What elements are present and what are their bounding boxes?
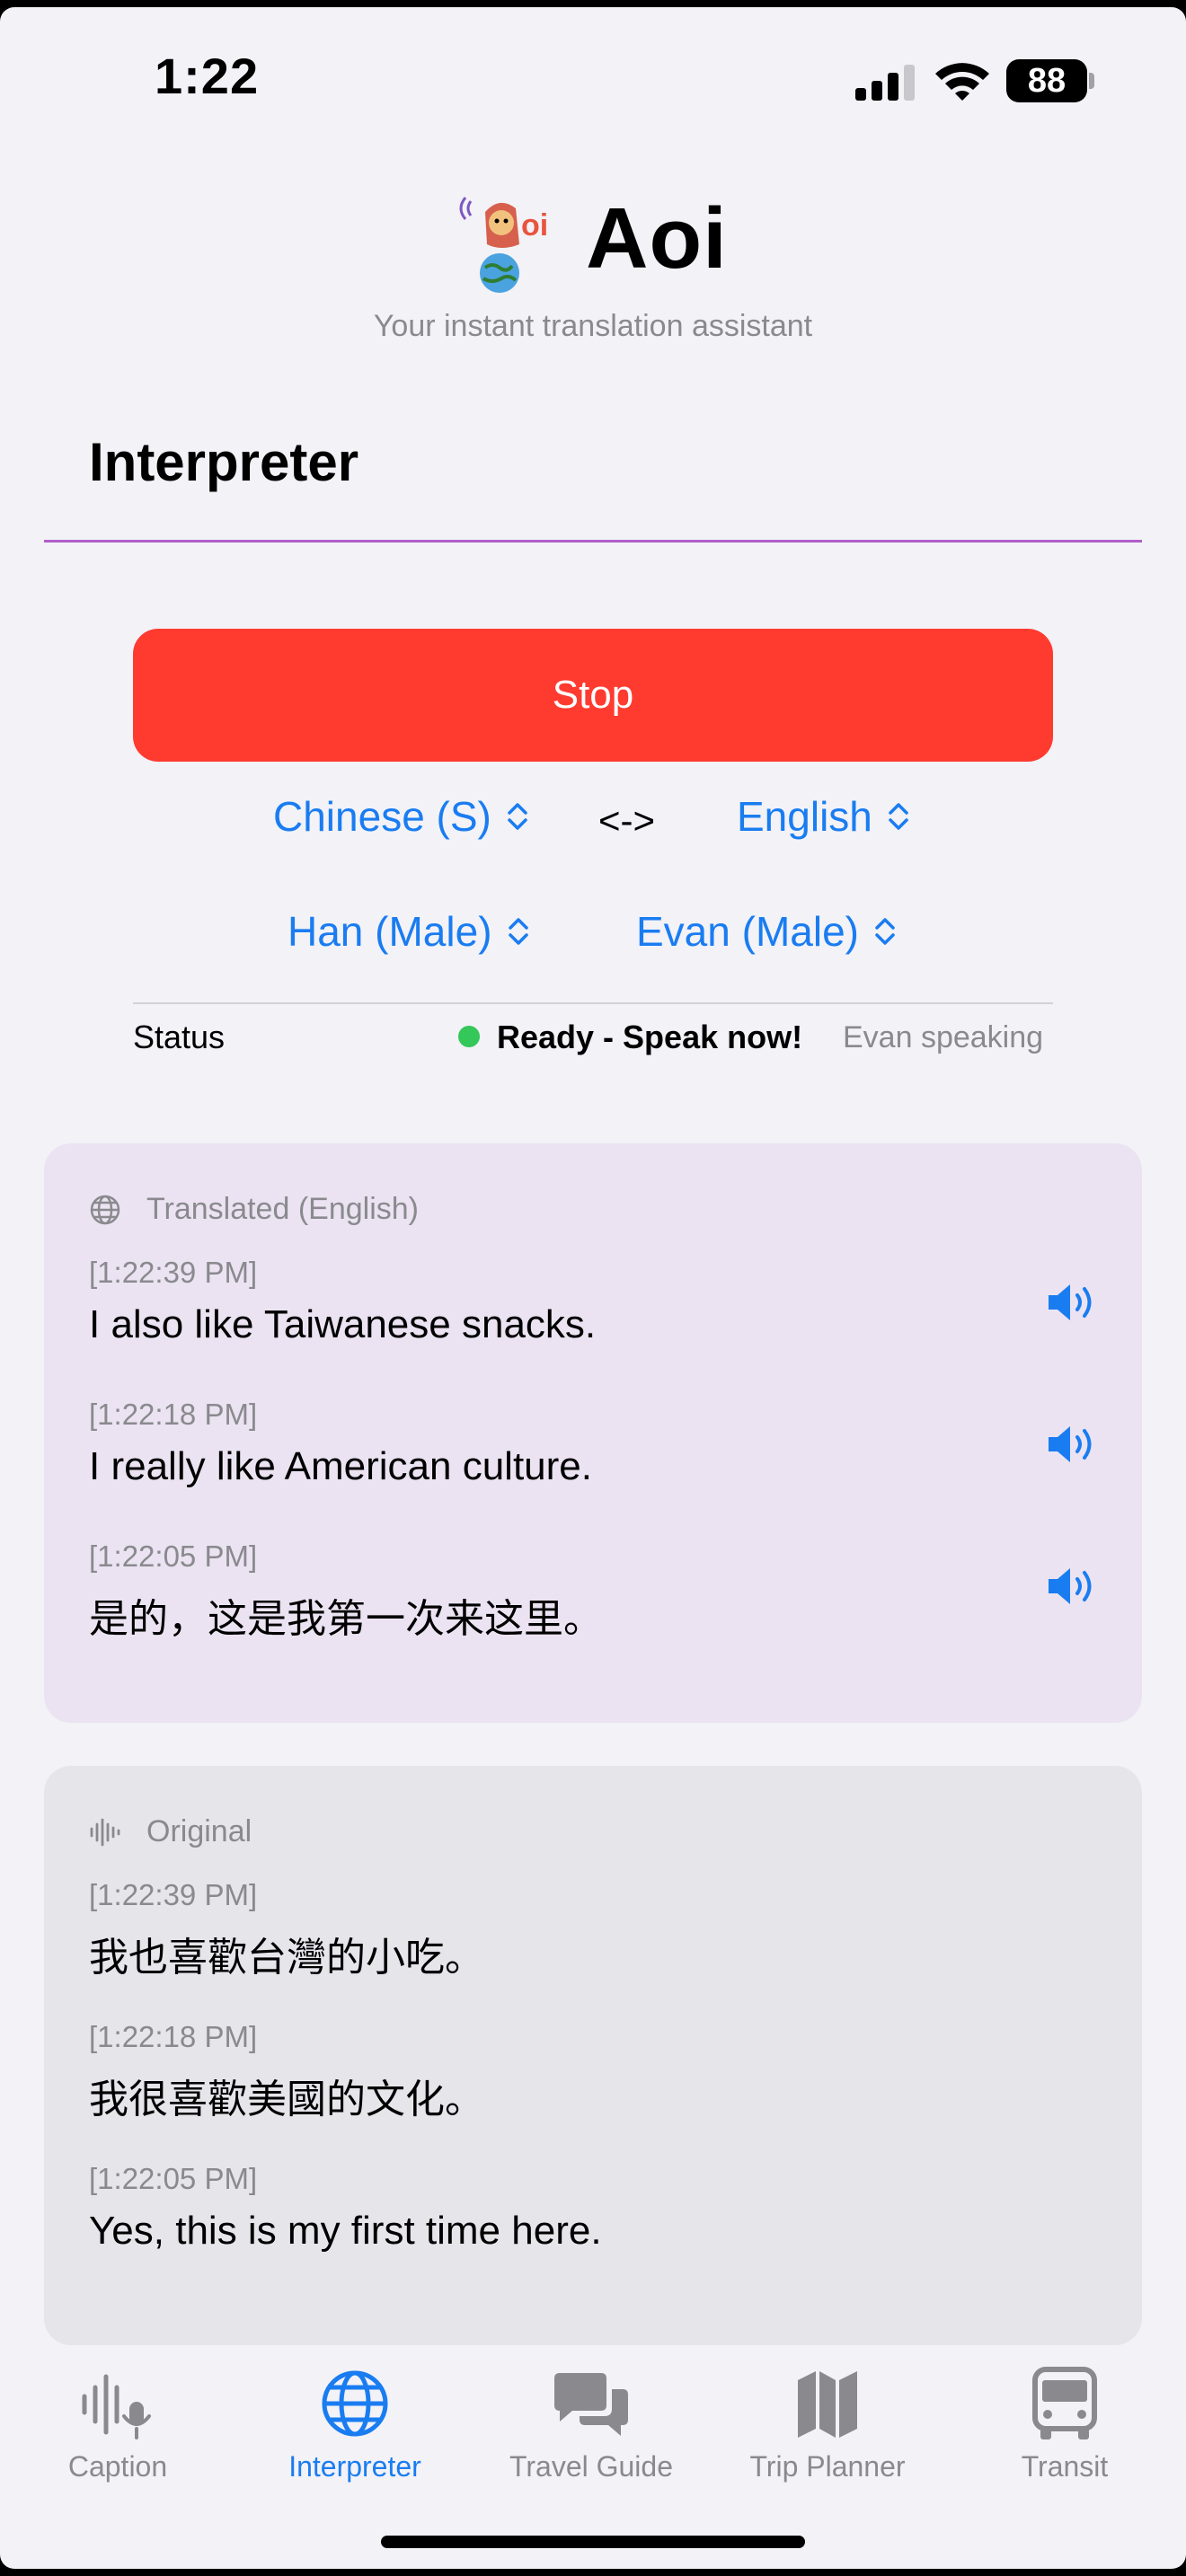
tab-label: Caption bbox=[67, 2450, 168, 2483]
status-label: Status bbox=[133, 1019, 226, 1055]
entry-timestamp: [1:22:05 PM] bbox=[89, 1539, 258, 1573]
status-value: Ready - Speak now! bbox=[497, 1019, 803, 1055]
original-header: Original bbox=[89, 1814, 252, 1849]
entry-text: I really like American culture. bbox=[89, 1444, 592, 1488]
target-voice-picker[interactable]: Evan (Male) bbox=[636, 907, 897, 956]
map-icon bbox=[798, 2371, 857, 2438]
tab-interpreter[interactable]: Interpreter bbox=[247, 2353, 463, 2483]
tab-label: Travel Guide bbox=[509, 2450, 673, 2483]
original-card: Original [1:22:39 PM] 我也喜歡台灣的小吃。 [1:22:1… bbox=[44, 1766, 1142, 2345]
translated-card: Translated (English) [1:22:39 PM] I also… bbox=[44, 1143, 1142, 1723]
wifi-icon bbox=[935, 63, 989, 101]
entry-text: 是的，这是我第一次来这里。 bbox=[89, 1597, 603, 1641]
original-entry: [1:22:05 PM] Yes, this is my first time … bbox=[89, 2162, 1095, 2254]
speaker-play-icon[interactable] bbox=[1045, 1280, 1099, 1325]
bus-icon bbox=[1032, 2367, 1097, 2439]
swap-languages-label[interactable]: <-> bbox=[598, 799, 655, 842]
status-speaker: Evan speaking bbox=[843, 1020, 1044, 1054]
translated-entry: [1:22:05 PM] 是的，这是我第一次来这里。 bbox=[89, 1539, 1095, 1644]
aoi-logo-icon: oi bbox=[459, 197, 548, 293]
chevron-up-down-icon bbox=[508, 803, 527, 830]
title-divider bbox=[44, 540, 1142, 543]
battery-icon: 88 bbox=[1006, 59, 1096, 102]
tab-label: Interpreter bbox=[288, 2450, 421, 2483]
app-tagline: Your instant translation assistant bbox=[373, 309, 813, 343]
source-voice-label: Han (Male) bbox=[288, 908, 492, 955]
chevron-up-down-icon bbox=[508, 918, 528, 945]
source-voice-picker[interactable]: Han (Male) bbox=[288, 907, 530, 956]
cellular-signal-icon bbox=[855, 65, 915, 101]
translated-header: Translated (English) bbox=[89, 1192, 419, 1227]
translated-entry: [1:22:18 PM] I really like American cult… bbox=[89, 1398, 1095, 1489]
tab-caption[interactable]: Caption bbox=[10, 2353, 226, 2483]
app-screen: 1:22 88 oi Aoi Your instant translation … bbox=[0, 7, 1186, 2569]
entry-timestamp: [1:22:39 PM] bbox=[89, 1878, 258, 1911]
status-time: 1:22 bbox=[155, 48, 260, 104]
entry-timestamp: [1:22:18 PM] bbox=[89, 2020, 258, 2053]
entry-text: 我很喜歡美國的文化。 bbox=[89, 2078, 484, 2122]
speaker-play-icon[interactable] bbox=[1045, 1422, 1099, 1467]
status-indicator-dot bbox=[458, 1026, 480, 1047]
original-title: Original bbox=[146, 1814, 252, 1848]
entry-text: 我也喜歡台灣的小吃。 bbox=[89, 1936, 484, 1980]
globe-icon bbox=[322, 2370, 388, 2437]
speaker-play-icon[interactable] bbox=[1045, 1564, 1099, 1609]
tab-label: Trip Planner bbox=[749, 2450, 906, 2483]
translated-entry: [1:22:39 PM] I also like Taiwanese snack… bbox=[89, 1256, 1095, 1347]
brand-header: oi Aoi bbox=[0, 183, 1186, 299]
chat-bubbles-icon bbox=[554, 2373, 628, 2436]
source-language-label: Chinese (S) bbox=[273, 793, 491, 840]
original-entry: [1:22:39 PM] 我也喜歡台灣的小吃。 bbox=[89, 1878, 1095, 1982]
waveform-icon bbox=[90, 1818, 120, 1846]
page-title: Interpreter bbox=[89, 432, 359, 492]
status-divider bbox=[133, 1002, 1053, 1004]
source-language-picker[interactable]: Chinese (S) bbox=[273, 792, 529, 841]
waveform-mic-icon bbox=[82, 2374, 151, 2439]
entry-text: Yes, this is my first time here. bbox=[89, 2209, 602, 2253]
entry-text: I also like Taiwanese snacks. bbox=[89, 1302, 597, 1346]
battery-level: 88 bbox=[1006, 59, 1087, 102]
svg-text:oi: oi bbox=[521, 208, 548, 243]
target-voice-label: Evan (Male) bbox=[636, 908, 859, 955]
globe-icon bbox=[90, 1195, 120, 1224]
home-indicator[interactable] bbox=[381, 2536, 805, 2548]
entry-timestamp: [1:22:05 PM] bbox=[89, 2162, 258, 2195]
entry-timestamp: [1:22:39 PM] bbox=[89, 1256, 258, 1289]
chevron-up-down-icon bbox=[875, 918, 895, 945]
target-language-picker[interactable]: English bbox=[737, 792, 910, 841]
tab-travel-guide[interactable]: Travel Guide bbox=[483, 2353, 699, 2483]
tab-transit[interactable]: Transit bbox=[957, 2353, 1173, 2483]
chevron-up-down-icon bbox=[889, 803, 908, 830]
translated-title: Translated (English) bbox=[146, 1192, 419, 1226]
tab-label: Transit bbox=[1021, 2450, 1109, 2483]
original-entry: [1:22:18 PM] 我很喜歡美國的文化。 bbox=[89, 2020, 1095, 2124]
target-language-label: English bbox=[737, 793, 872, 840]
entry-timestamp: [1:22:18 PM] bbox=[89, 1398, 258, 1431]
status-bar: 1:22 88 bbox=[0, 7, 1186, 142]
stop-button[interactable]: Stop bbox=[133, 629, 1053, 762]
tab-trip-planner[interactable]: Trip Planner bbox=[720, 2353, 935, 2483]
app-name: Aoi bbox=[586, 190, 728, 287]
